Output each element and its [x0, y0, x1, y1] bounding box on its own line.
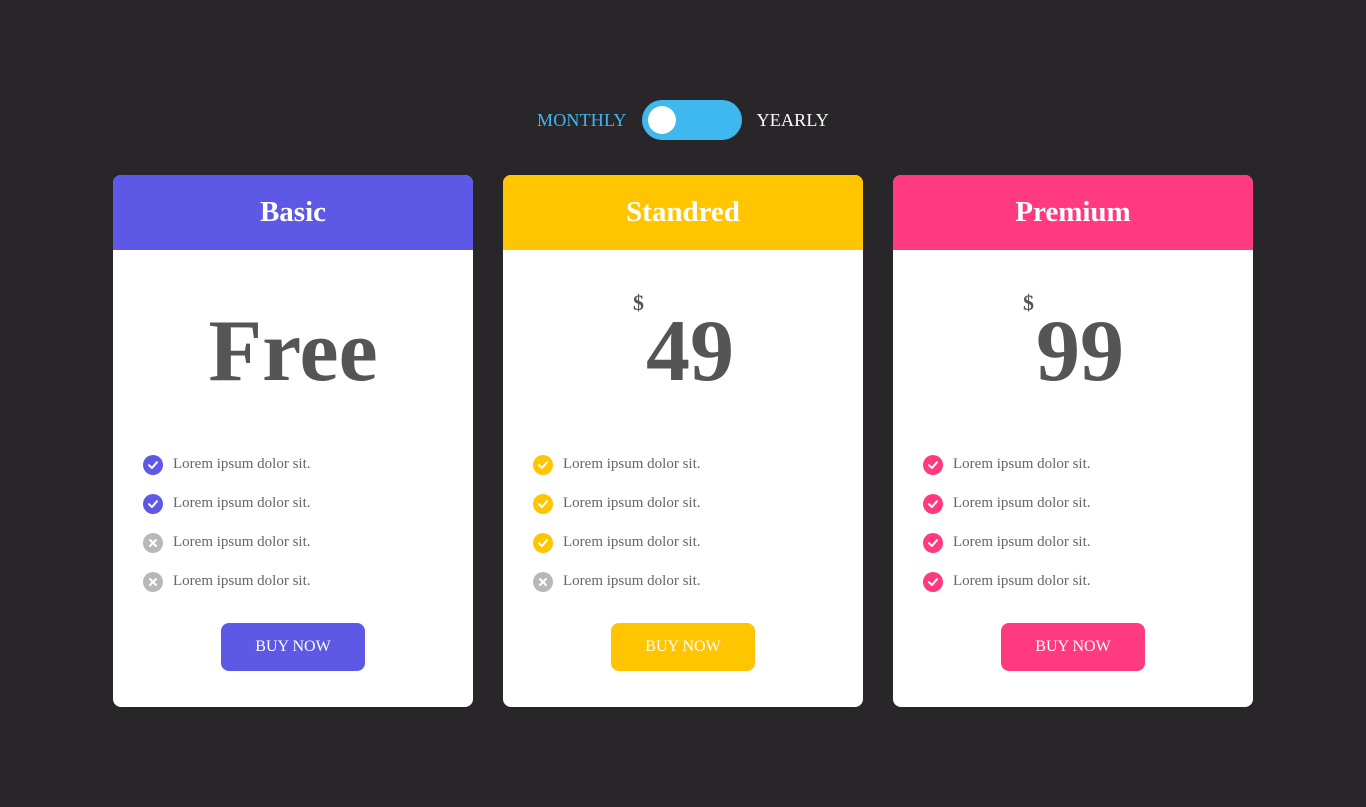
feature-text: Lorem ipsum dolor sit.: [173, 573, 311, 589]
buy-now-button-premium[interactable]: BUY NOW: [1001, 623, 1145, 671]
plan-header-premium: Premium: [893, 175, 1253, 250]
feature-text: Lorem ipsum dolor sit.: [563, 534, 701, 550]
billing-period-toggle[interactable]: [641, 100, 742, 140]
feature-item: Lorem ipsum dolor sit.: [143, 484, 473, 523]
buy-button-wrap: BUY NOW: [113, 623, 473, 671]
plan-price: 49: [646, 303, 734, 400]
plan-name: Standred: [626, 196, 740, 228]
plan-price: 99: [1036, 303, 1124, 400]
x-circle-icon: [533, 571, 553, 592]
buy-now-button-standard[interactable]: BUY NOW: [611, 623, 755, 671]
feature-list: Lorem ipsum dolor sit. Lorem ipsum dolor…: [503, 445, 863, 601]
check-circle-icon: [923, 571, 943, 592]
feature-text: Lorem ipsum dolor sit.: [173, 495, 311, 511]
feature-text: Lorem ipsum dolor sit.: [563, 573, 701, 589]
currency-symbol: $: [633, 290, 644, 315]
check-circle-icon: [533, 532, 553, 553]
feature-item: Lorem ipsum dolor sit.: [923, 562, 1253, 601]
billing-toggle-row: MONTHLY YEARLY: [0, 100, 1366, 140]
x-circle-icon: [143, 532, 163, 553]
feature-list: Lorem ipsum dolor sit. Lorem ipsum dolor…: [893, 445, 1253, 601]
price-area: Free: [113, 250, 473, 445]
check-circle-icon: [143, 493, 163, 514]
feature-item: Lorem ipsum dolor sit.: [533, 523, 863, 562]
plan-name: Premium: [1015, 196, 1131, 228]
check-circle-icon: [923, 454, 943, 475]
feature-item: Lorem ipsum dolor sit.: [143, 562, 473, 601]
feature-text: Lorem ipsum dolor sit.: [173, 456, 311, 472]
pricing-page: MONTHLY YEARLY Basic Free Lorem ipsum do…: [0, 0, 1366, 807]
feature-item: Lorem ipsum dolor sit.: [533, 562, 863, 601]
feature-item: Lorem ipsum dolor sit.: [143, 523, 473, 562]
pricing-card-standard: Standred $ 49 Lorem ipsum dolor sit. Lor…: [503, 175, 863, 707]
buy-button-wrap: BUY NOW: [893, 623, 1253, 671]
feature-item: Lorem ipsum dolor sit.: [923, 523, 1253, 562]
feature-text: Lorem ipsum dolor sit.: [953, 573, 1091, 589]
pricing-card-premium: Premium $ 99 Lorem ipsum dolor sit. Lore…: [893, 175, 1253, 707]
feature-text: Lorem ipsum dolor sit.: [563, 456, 701, 472]
plan-price: Free: [208, 303, 378, 400]
pricing-card-basic: Basic Free Lorem ipsum dolor sit. Lorem …: [113, 175, 473, 707]
feature-text: Lorem ipsum dolor sit.: [953, 456, 1091, 472]
feature-text: Lorem ipsum dolor sit.: [563, 495, 701, 511]
feature-item: Lorem ipsum dolor sit.: [533, 484, 863, 523]
feature-item: Lorem ipsum dolor sit.: [923, 445, 1253, 484]
yearly-label[interactable]: YEARLY: [757, 110, 829, 131]
feature-text: Lorem ipsum dolor sit.: [953, 534, 1091, 550]
feature-list: Lorem ipsum dolor sit. Lorem ipsum dolor…: [113, 445, 473, 601]
price-area: $ 49: [503, 250, 863, 445]
check-circle-icon: [923, 493, 943, 514]
check-circle-icon: [923, 532, 943, 553]
toggle-knob[interactable]: [647, 106, 676, 134]
check-circle-icon: [533, 493, 553, 514]
check-circle-icon: [143, 454, 163, 475]
buy-now-button-basic[interactable]: BUY NOW: [221, 623, 365, 671]
plan-header-basic: Basic: [113, 175, 473, 250]
plan-name: Basic: [259, 196, 327, 228]
feature-item: Lorem ipsum dolor sit.: [533, 445, 863, 484]
plan-header-standard: Standred: [503, 175, 863, 250]
monthly-label[interactable]: MONTHLY: [537, 110, 627, 131]
feature-item: Lorem ipsum dolor sit.: [923, 484, 1253, 523]
feature-item: Lorem ipsum dolor sit.: [143, 445, 473, 484]
feature-text: Lorem ipsum dolor sit.: [953, 495, 1091, 511]
buy-button-wrap: BUY NOW: [503, 623, 863, 671]
feature-text: Lorem ipsum dolor sit.: [173, 534, 311, 550]
currency-symbol: $: [1023, 290, 1034, 315]
price-area: $ 99: [893, 250, 1253, 445]
check-circle-icon: [533, 454, 553, 475]
x-circle-icon: [143, 571, 163, 592]
